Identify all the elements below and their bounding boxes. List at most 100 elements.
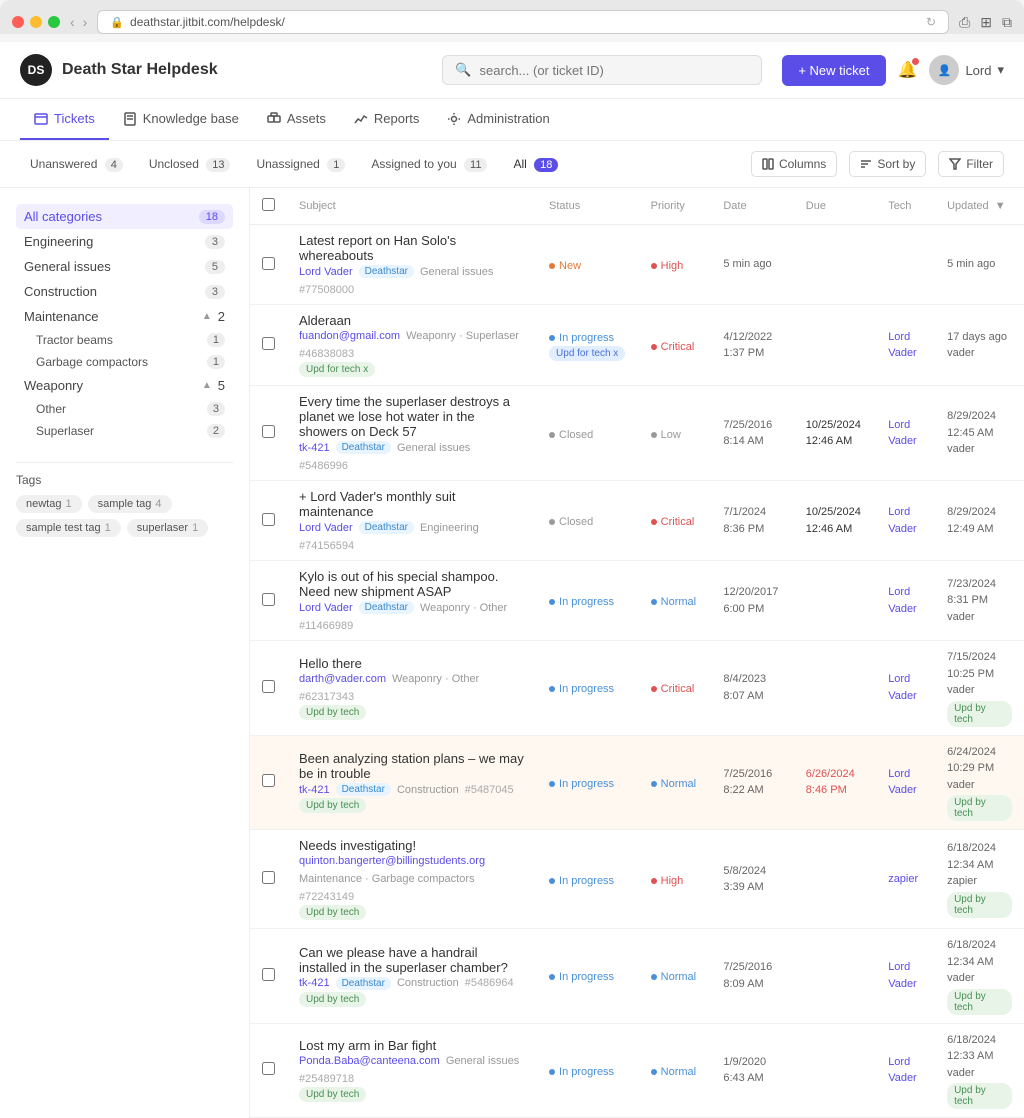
row-checkbox[interactable] — [262, 871, 275, 884]
tag-sample-test-tag[interactable]: sample test tag 1 — [16, 519, 121, 537]
due-cell — [794, 225, 876, 305]
minimize-button[interactable] — [30, 16, 42, 28]
ticket-from[interactable]: tk-421 — [299, 442, 330, 454]
ticket-subject[interactable]: + Lord Vader's monthly suit maintenance — [299, 489, 525, 519]
ticket-from[interactable]: darth@vader.com — [299, 673, 386, 685]
tech-value[interactable]: LordVader — [888, 1054, 923, 1087]
row-checkbox[interactable] — [262, 774, 275, 787]
tech-value[interactable]: LordVader — [888, 671, 923, 704]
sort-button[interactable]: Sort by — [849, 151, 926, 177]
sidebar-weaponry-header[interactable]: Weaponry ▲ 5 — [16, 373, 233, 398]
row-checkbox[interactable] — [262, 1062, 275, 1075]
ticket-subject[interactable]: Needs investigating! — [299, 838, 525, 853]
filter-assigned-to-you[interactable]: Assigned to you 11 — [361, 153, 497, 175]
tech-value[interactable]: LordVader — [888, 329, 923, 362]
ticket-tag[interactable]: Deathstar — [336, 783, 391, 796]
ticket-subject[interactable]: Latest report on Han Solo's whereabouts — [299, 233, 525, 263]
fullscreen-button[interactable] — [48, 16, 60, 28]
filter-all[interactable]: All 18 — [503, 153, 568, 175]
ticket-tag[interactable]: Deathstar — [359, 601, 414, 614]
ticket-from[interactable]: fuandon@gmail.com — [299, 330, 400, 342]
nav-tickets[interactable]: Tickets — [20, 99, 109, 140]
select-all-checkbox[interactable] — [262, 198, 275, 211]
new-ticket-button[interactable]: + New ticket — [782, 55, 885, 86]
ticket-from[interactable]: Lord Vader — [299, 266, 353, 278]
refresh-icon[interactable]: ↻ — [926, 15, 936, 29]
tag-superlaser[interactable]: superlaser 1 — [127, 519, 208, 537]
ticket-subject[interactable]: Lost my arm in Bar fight — [299, 1038, 525, 1053]
ticket-subject[interactable]: Been analyzing station plans – we may be… — [299, 751, 525, 781]
back-button[interactable]: ‹ — [70, 14, 75, 30]
nav-assets[interactable]: Assets — [253, 99, 340, 140]
row-checkbox[interactable] — [262, 337, 275, 350]
status-dot — [549, 599, 555, 605]
tech-value[interactable]: LordVader — [888, 584, 923, 617]
sidebar-construction[interactable]: Construction 3 — [16, 279, 233, 304]
extra-tag: Upd by tech — [299, 992, 366, 1007]
ticket-subject[interactable]: Alderaan — [299, 313, 525, 328]
priority-label: High — [661, 875, 684, 887]
sidebar-garbage-compactors[interactable]: Garbage compactors 1 — [16, 351, 233, 373]
ticket-category: Weaponry · Other — [420, 602, 507, 614]
sidebar-other[interactable]: Other 3 — [16, 398, 233, 420]
sidebar-superlaser[interactable]: Superlaser 2 — [16, 420, 233, 442]
filter-unclosed[interactable]: Unclosed 13 — [139, 153, 241, 175]
ticket-from[interactable]: Lord Vader — [299, 522, 353, 534]
ticket-from[interactable]: tk-421 — [299, 784, 330, 796]
row-checkbox[interactable] — [262, 680, 275, 693]
close-button[interactable] — [12, 16, 24, 28]
tech-value[interactable]: LordVader — [888, 417, 923, 450]
share-icon[interactable]: ⎙ — [959, 14, 970, 31]
filter-button[interactable]: Filter — [938, 151, 1004, 177]
filter-unanswered[interactable]: Unanswered 4 — [20, 153, 133, 175]
new-tab-icon[interactable]: ⊞ — [980, 14, 992, 31]
nav-reports[interactable]: Reports — [340, 99, 434, 140]
header-updated[interactable]: Updated ▼ — [935, 188, 1024, 225]
row-checkbox[interactable] — [262, 513, 275, 526]
tech-value[interactable]: LordVader — [888, 766, 923, 799]
notification-button[interactable]: 🔔 — [898, 60, 918, 80]
ticket-tag[interactable]: Deathstar — [336, 441, 391, 454]
sidebar-tractor-beams[interactable]: Tractor beams 1 — [16, 329, 233, 351]
user-menu[interactable]: 👤 Lord ▾ — [929, 55, 1004, 85]
url-bar[interactable]: 🔒 deathstar.jitbit.com/helpdesk/ ↻ — [97, 10, 949, 34]
ticket-tag[interactable]: Deathstar — [359, 521, 414, 534]
columns-button[interactable]: Columns — [751, 151, 837, 177]
sidebar-icon[interactable]: ⧉ — [1002, 14, 1012, 31]
tag-sample-tag[interactable]: sample tag 4 — [88, 495, 172, 513]
columns-icon — [762, 158, 774, 170]
priority-label: Normal — [661, 1066, 696, 1078]
row-checkbox[interactable] — [262, 593, 275, 606]
ticket-from[interactable]: tk-421 — [299, 977, 330, 989]
filter-unassigned[interactable]: Unassigned 1 — [246, 153, 355, 175]
ticket-from[interactable]: quinton.bangerter@billingstudents.org — [299, 855, 485, 867]
sidebar-engineering[interactable]: Engineering 3 — [16, 229, 233, 254]
nav-knowledge[interactable]: Knowledge base — [109, 99, 253, 140]
all-categories-count: 18 — [199, 210, 225, 224]
ticket-from[interactable]: Ponda.Baba@canteena.com — [299, 1055, 440, 1067]
search-input[interactable] — [480, 63, 750, 78]
filter-unclosed-count: 13 — [206, 158, 230, 172]
ticket-tag[interactable]: Deathstar — [359, 265, 414, 278]
sidebar-all-categories[interactable]: All categories 18 — [16, 204, 233, 229]
tech-value[interactable]: LordVader — [888, 959, 923, 992]
sidebar-general-issues[interactable]: General issues 5 — [16, 254, 233, 279]
sidebar-maintenance-header[interactable]: Maintenance ▲ 2 — [16, 304, 233, 329]
nav-admin[interactable]: Administration — [433, 99, 563, 140]
ticket-tag[interactable]: Deathstar — [336, 977, 391, 990]
tech-value[interactable]: zapier — [888, 871, 923, 888]
forward-button[interactable]: › — [83, 14, 88, 30]
tag-newtag[interactable]: newtag 1 — [16, 495, 82, 513]
other-label: Other — [36, 402, 66, 416]
tech-value[interactable]: LordVader — [888, 504, 923, 537]
row-checkbox[interactable] — [262, 425, 275, 438]
row-checkbox[interactable] — [262, 968, 275, 981]
ticket-subject[interactable]: Hello there — [299, 656, 525, 671]
ticket-subject[interactable]: Kylo is out of his special shampoo. Need… — [299, 569, 525, 599]
ticket-subject[interactable]: Every time the superlaser destroys a pla… — [299, 394, 525, 439]
ticket-from[interactable]: Lord Vader — [299, 602, 353, 614]
ticket-subject[interactable]: Can we please have a handrail installed … — [299, 945, 525, 975]
row-checkbox[interactable] — [262, 257, 275, 270]
ticket-meta: quinton.bangerter@billingstudents.org Ma… — [299, 855, 525, 903]
search-bar[interactable]: 🔍 — [442, 55, 762, 85]
